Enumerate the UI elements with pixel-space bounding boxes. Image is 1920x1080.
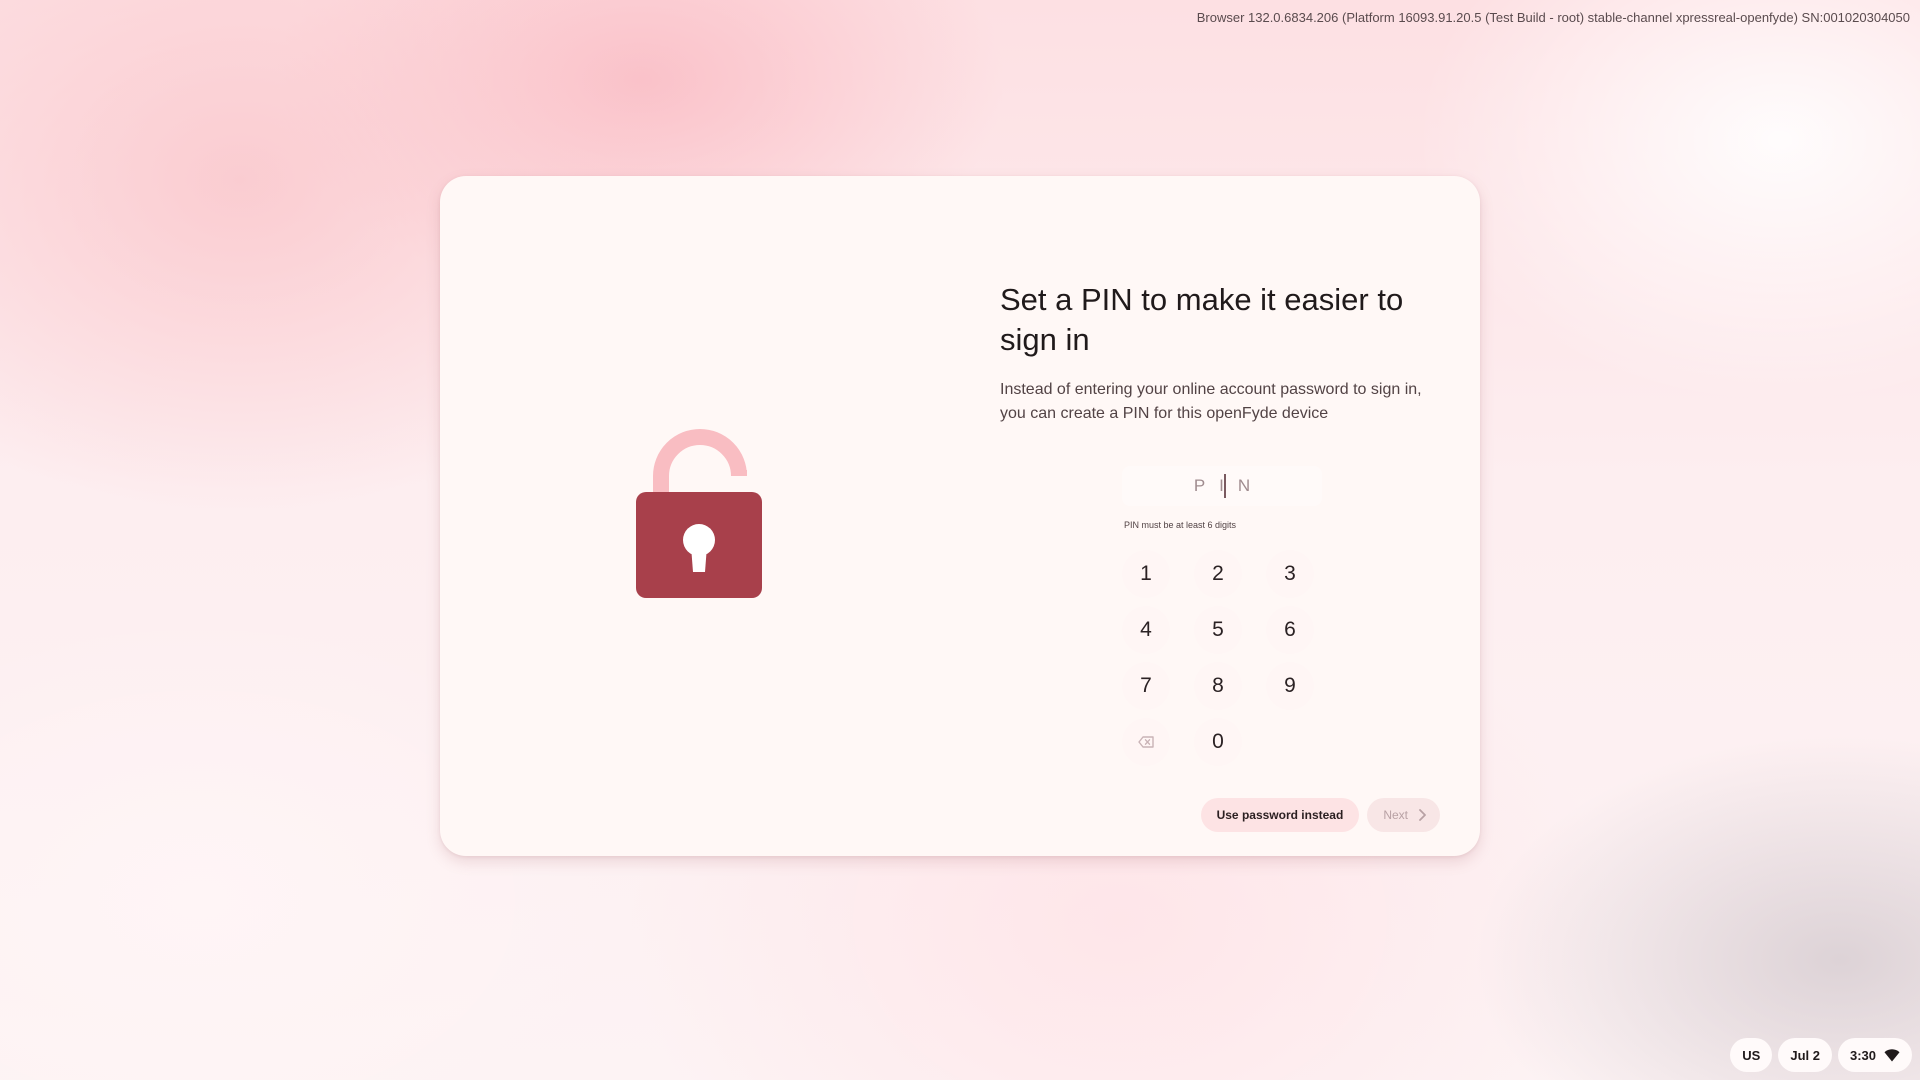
keypad-key-9[interactable]: 9 xyxy=(1266,662,1314,710)
next-button-label: Next xyxy=(1383,808,1408,822)
build-info-text: Browser 132.0.6834.206 (Platform 16093.9… xyxy=(1196,10,1910,25)
chevron-right-icon xyxy=(1418,809,1426,821)
pin-setup-text: Set a PIN to make it easier to sign in I… xyxy=(1000,280,1440,426)
keypad-key-2[interactable]: 2 xyxy=(1194,550,1242,598)
keypad-key-5[interactable]: 5 xyxy=(1194,606,1242,654)
backspace-icon xyxy=(1138,736,1154,748)
keypad-key-3[interactable]: 3 xyxy=(1266,550,1314,598)
pin-keypad: 1 2 3 4 5 6 7 8 9 0 xyxy=(1122,550,1342,770)
keypad-key-4[interactable]: 4 xyxy=(1122,606,1170,654)
next-button[interactable]: Next xyxy=(1367,798,1440,832)
keyboard-layout-indicator[interactable]: US xyxy=(1730,1038,1773,1072)
use-password-button[interactable]: Use password instead xyxy=(1200,798,1360,832)
pin-input[interactable]: PIN xyxy=(1122,466,1322,506)
keypad-key-1[interactable]: 1 xyxy=(1122,550,1170,598)
unlocked-padlock-icon xyxy=(636,429,762,598)
pin-length-hint: PIN must be at least 6 digits xyxy=(1124,520,1237,530)
clock-time: 3:30 xyxy=(1849,1047,1876,1063)
keypad-key-7[interactable]: 7 xyxy=(1122,662,1170,710)
time-status-area[interactable]: 3:30 xyxy=(1837,1038,1912,1072)
system-tray: US Jul 2 3:30 xyxy=(1730,1038,1912,1072)
keypad-key-6[interactable]: 6 xyxy=(1266,606,1314,654)
wifi-icon xyxy=(1884,1048,1900,1061)
keypad-key-8[interactable]: 8 xyxy=(1194,662,1242,710)
pin-entry-area: PIN PIN must be at least 6 digits xyxy=(1122,466,1342,530)
keypad-key-0[interactable]: 0 xyxy=(1194,718,1242,766)
keypad-backspace-button[interactable] xyxy=(1122,718,1170,766)
text-caret xyxy=(1224,474,1226,498)
date-indicator[interactable]: Jul 2 xyxy=(1778,1038,1832,1072)
dialog-title: Set a PIN to make it easier to sign in xyxy=(1000,282,1404,357)
dialog-subtitle: Instead of entering your online account … xyxy=(1000,381,1422,422)
pin-input-placeholder: PIN xyxy=(1193,476,1265,495)
dialog-actions: Use password instead Next xyxy=(1200,798,1440,832)
pin-setup-dialog: Set a PIN to make it easier to sign in I… xyxy=(440,176,1480,856)
